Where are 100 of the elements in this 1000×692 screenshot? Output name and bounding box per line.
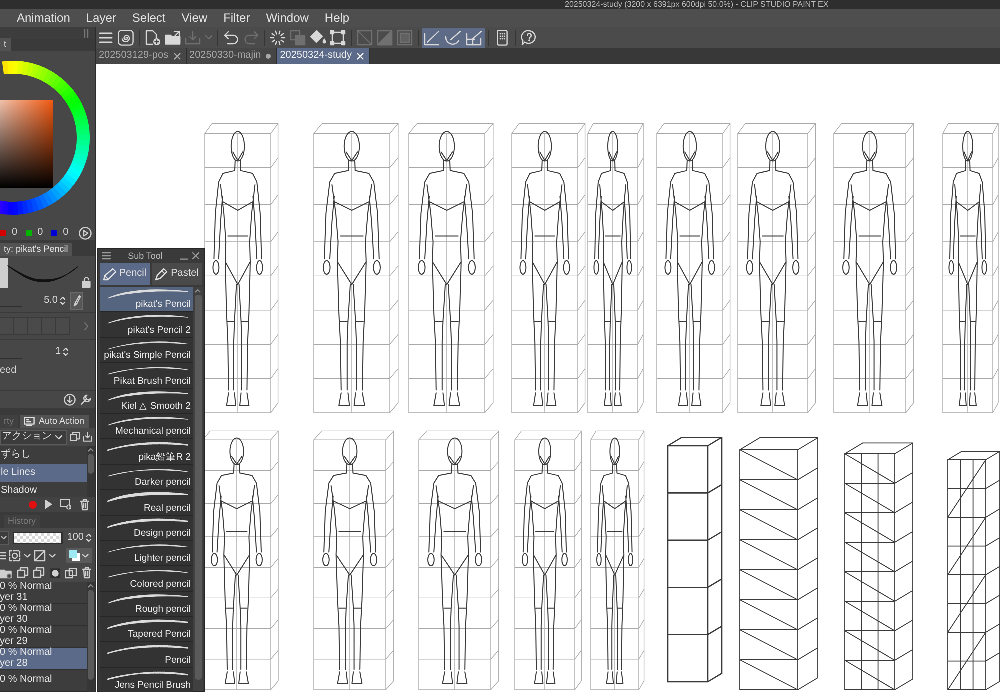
hue-ring[interactable] [0, 61, 90, 215]
toolbar-button[interactable] [519, 28, 539, 48]
brush-item[interactable]: Real pencil [100, 490, 193, 516]
action-item[interactable]: ずらし [0, 446, 87, 464]
channel-value[interactable]: 0 [12, 227, 18, 239]
brush-item[interactable]: Pikat Brush Pencil [100, 363, 193, 389]
play-icon[interactable] [45, 500, 52, 509]
caret-icon[interactable] [24, 554, 31, 558]
menu-item[interactable]: Filter [216, 10, 258, 26]
caret-icon[interactable] [49, 554, 56, 558]
brush-name: Design pencil [134, 528, 191, 539]
brush-stroke-icon [105, 288, 191, 300]
download-tray-icon[interactable] [83, 431, 93, 443]
dot-icon[interactable] [266, 54, 272, 58]
menu-item[interactable]: Animation [9, 10, 78, 26]
spinner-icon[interactable] [63, 347, 69, 357]
menu-item[interactable]: View [174, 10, 216, 26]
menu-item[interactable]: Layer [78, 10, 124, 26]
brush-item[interactable]: Rough pencil [100, 592, 193, 618]
blend-mode-dropdown[interactable] [0, 530, 9, 544]
dotted-square-icon[interactable] [9, 550, 21, 562]
panel-title: Sub Tool [127, 250, 164, 262]
close-icon[interactable] [192, 252, 200, 260]
scroll-up-icon[interactable] [195, 289, 201, 293]
scroll-up-icon[interactable] [88, 584, 94, 588]
channel-value[interactable]: 0 [38, 227, 44, 239]
scroll-thumb[interactable] [88, 590, 94, 680]
crossed-square-icon[interactable] [34, 550, 46, 562]
brush-item[interactable]: Darker pencil [100, 464, 193, 490]
layer-color-icon [69, 550, 80, 561]
spinner-icon[interactable] [86, 532, 92, 542]
brush-name: Darker pencil [135, 477, 191, 488]
brush-item[interactable]: Lighter pencil [100, 540, 193, 566]
folder-plus-icon[interactable] [0, 568, 12, 578]
menu-item[interactable]: Select [124, 10, 174, 26]
close-icon[interactable] [174, 52, 181, 60]
toolbar-button[interactable] [464, 28, 485, 48]
channel-value[interactable]: 0 [63, 227, 69, 239]
spinner-icon[interactable] [60, 296, 66, 306]
filled-circle-square-icon[interactable] [50, 568, 61, 578]
drawing-canvas[interactable] [96, 64, 1000, 692]
scroll-up-icon[interactable] [88, 448, 94, 452]
sub-tool-tab[interactable]: Pencil [100, 263, 150, 285]
wrench-icon[interactable] [80, 394, 92, 406]
brush-size-field[interactable]: 5.0 [44, 295, 66, 307]
menu-item[interactable]: Help [316, 10, 358, 26]
brush-item[interactable]: pika鉛筆R 2 [100, 439, 193, 465]
grip-icon[interactable] [84, 28, 89, 38]
toolbar-button[interactable] [143, 28, 163, 48]
scroll-thumb[interactable] [88, 454, 94, 474]
sub-tool-tab[interactable]: Pastel [152, 263, 202, 285]
list-icon[interactable] [0, 550, 6, 560]
layer-color-button[interactable] [66, 548, 92, 563]
trash-icon[interactable] [80, 498, 90, 510]
scrollbar[interactable] [87, 446, 95, 497]
brush-item[interactable]: Jens Pencil Brush [100, 668, 193, 692]
brush-item[interactable]: Colored pencil [100, 566, 193, 592]
color-square[interactable] [0, 100, 53, 188]
play-circle-icon[interactable] [79, 226, 92, 240]
brush-item[interactable]: pikat's Pencil 2 [100, 312, 193, 338]
brush-stroke-icon [105, 313, 191, 325]
scrollbar[interactable] [87, 582, 95, 692]
trash-icon[interactable] [82, 567, 92, 579]
brush-item[interactable]: pikat's Simple Pencil [100, 338, 193, 364]
scroll-thumb[interactable] [194, 295, 202, 680]
opacity-field[interactable]: 100 [67, 532, 92, 544]
layer-row[interactable]: 0 % Normal yer 28 [0, 648, 87, 670]
action-item[interactable]: le Lines [0, 464, 87, 482]
action-item[interactable]: Shadow [0, 482, 87, 497]
action-set-dropdown[interactable]: アクション [0, 430, 67, 444]
stacked-pages-icon[interactable] [16, 567, 29, 579]
toolbar-button[interactable] [328, 28, 348, 48]
download-circle-icon[interactable] [64, 394, 76, 406]
document-tab[interactable]: 202503129-pos [96, 48, 187, 64]
menu-icon[interactable] [102, 252, 111, 260]
screen-plus-icon[interactable] [60, 499, 72, 510]
brush-item[interactable]: Mechanical pencil [100, 414, 193, 440]
document-tab[interactable]: 20250330-majin [186, 48, 278, 64]
panel-tab[interactable]: Auto Action [20, 415, 89, 428]
toolbar-button[interactable] [443, 28, 464, 48]
document-tab[interactable]: 20250324-study [277, 48, 370, 64]
copy-icon[interactable] [70, 431, 80, 443]
toolbar-button[interactable] [422, 28, 443, 48]
brush-name: Real pencil [144, 502, 191, 514]
two-squares-icon[interactable] [65, 568, 78, 578]
setting-field[interactable]: 1 [55, 346, 69, 358]
stacked-pages-icon[interactable] [33, 567, 46, 579]
toolbar-button[interactable] [268, 28, 288, 48]
panel-tab[interactable]: ty: pikat's Pencil [0, 243, 72, 256]
brush-item[interactable]: pikat's Pencil [100, 287, 193, 312]
scrollbar[interactable] [193, 287, 203, 691]
brush-item[interactable]: Tapered Pencil [100, 617, 193, 642]
lock-icon[interactable] [82, 277, 91, 288]
brush-item[interactable]: Kiel △ Smooth 2 [100, 388, 193, 414]
toolbar-button[interactable] [116, 28, 136, 48]
panel-tab[interactable]: t [0, 38, 11, 51]
menu-item[interactable]: Window [258, 10, 317, 26]
brush-item[interactable]: Pencil [100, 642, 193, 668]
brush-item[interactable]: Design pencil [100, 516, 193, 541]
pressure-button[interactable] [70, 292, 83, 310]
